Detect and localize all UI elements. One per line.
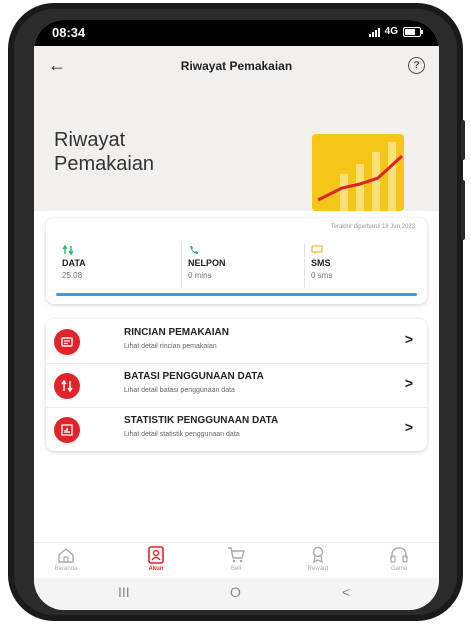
status-bar: 08:34 4G	[34, 20, 439, 46]
screen: 08:34 4G ← Riwayat Pemakaian ? Riwayat P…	[34, 20, 439, 610]
menu-item-statistik-penggunaan-data[interactable]: STATISTIK PENGGUNAAN DATA Lihat detail s…	[46, 407, 427, 451]
status-time: 08:34	[52, 25, 86, 40]
usage-value: 25.08	[62, 271, 83, 280]
usage-label: DATA	[62, 258, 86, 268]
chevron-right-icon: >	[404, 331, 413, 347]
volume-button	[461, 120, 465, 160]
usage-progress-bar	[56, 293, 417, 296]
hero-title: Riwayat Pemakaian	[54, 129, 155, 175]
cart-icon	[228, 547, 245, 563]
data-arrows-icon	[62, 245, 74, 255]
usage-menu-card: RINCIAN PEMAKAIAN Lihat detail rincian p…	[46, 319, 427, 451]
usage-value: 0 sms	[311, 271, 333, 280]
menu-item-rincian-pemakaian[interactable]: RINCIAN PEMAKAIAN Lihat detail rincian p…	[46, 319, 427, 364]
signal-icon	[368, 27, 380, 37]
chevron-right-icon: >	[404, 419, 413, 435]
back-button[interactable]: <	[342, 584, 350, 600]
menu-item-title: RINCIAN PEMAKAIAN	[124, 327, 229, 338]
nav-item-reward[interactable]: Reward	[288, 546, 348, 572]
app-bar: ← Riwayat Pemakaian ?	[34, 46, 439, 88]
menu-item-subtitle: Lihat detail batasi penggunaan data	[124, 387, 235, 394]
page-title: Riwayat Pemakaian	[180, 59, 293, 73]
chart-growth-icon	[312, 134, 404, 211]
account-icon	[148, 546, 164, 564]
nav-item-beranda[interactable]: Beranda	[36, 546, 96, 572]
nav-item-game[interactable]: Game	[369, 546, 429, 572]
nav-item-akun[interactable]: Akun	[126, 546, 186, 572]
menu-item-title: STATISTIK PENGGUNAAN DATA	[124, 415, 279, 426]
network-type: 4G	[384, 26, 398, 37]
status-indicators: 4G	[368, 26, 423, 37]
recents-button[interactable]: III	[118, 584, 130, 600]
home-button[interactable]: O	[230, 584, 241, 600]
home-icon	[58, 548, 74, 563]
nav-label: Akun	[148, 566, 164, 572]
limit-arrows-icon	[54, 373, 80, 399]
usage-label: SMS	[311, 258, 331, 268]
usage-data[interactable]: DATA 25.08	[56, 243, 166, 288]
nav-label: Beranda	[54, 566, 78, 572]
usage-sms[interactable]: SMS 0 sms	[304, 243, 415, 288]
bottom-nav: Beranda Akun Beli Reward Game	[34, 542, 439, 579]
trophy-icon	[312, 546, 324, 564]
nav-item-beli[interactable]: Beli	[206, 546, 266, 572]
message-icon	[311, 245, 323, 254]
receipt-icon	[54, 329, 80, 355]
usage-label: NELPON	[188, 258, 226, 268]
menu-item-batasi-penggunaan-data[interactable]: BATASI PENGGUNAAN DATA Lihat detail bata…	[46, 363, 427, 408]
system-nav-bar: III O <	[34, 578, 439, 610]
nav-label: Reward	[307, 566, 329, 572]
menu-item-subtitle: Lihat detail statistik penggunaan data	[124, 431, 240, 438]
chevron-right-icon: >	[404, 375, 413, 391]
menu-item-subtitle: Lihat detail rincian pemakaian	[124, 343, 217, 350]
headset-icon	[390, 547, 408, 563]
help-icon[interactable]: ?	[408, 57, 425, 74]
phone-icon	[190, 246, 198, 254]
power-button	[461, 180, 465, 240]
last-updated-text: Terakhir diperbarui 18 Jun 2023	[330, 224, 415, 230]
nav-label: Game	[390, 566, 408, 572]
menu-item-title: BATASI PENGGUNAAN DATA	[124, 371, 264, 382]
battery-icon	[403, 26, 423, 37]
bar-chart-icon	[54, 417, 80, 443]
usage-nelpon[interactable]: NELPON 0 mins	[181, 243, 292, 288]
usage-summary-card: Terakhir diperbarui 18 Jun 2023 DATA 25.…	[46, 218, 427, 304]
hero-banner: Riwayat Pemakaian	[34, 88, 439, 211]
nav-label: Beli	[230, 566, 241, 572]
usage-value: 0 mins	[188, 271, 212, 280]
